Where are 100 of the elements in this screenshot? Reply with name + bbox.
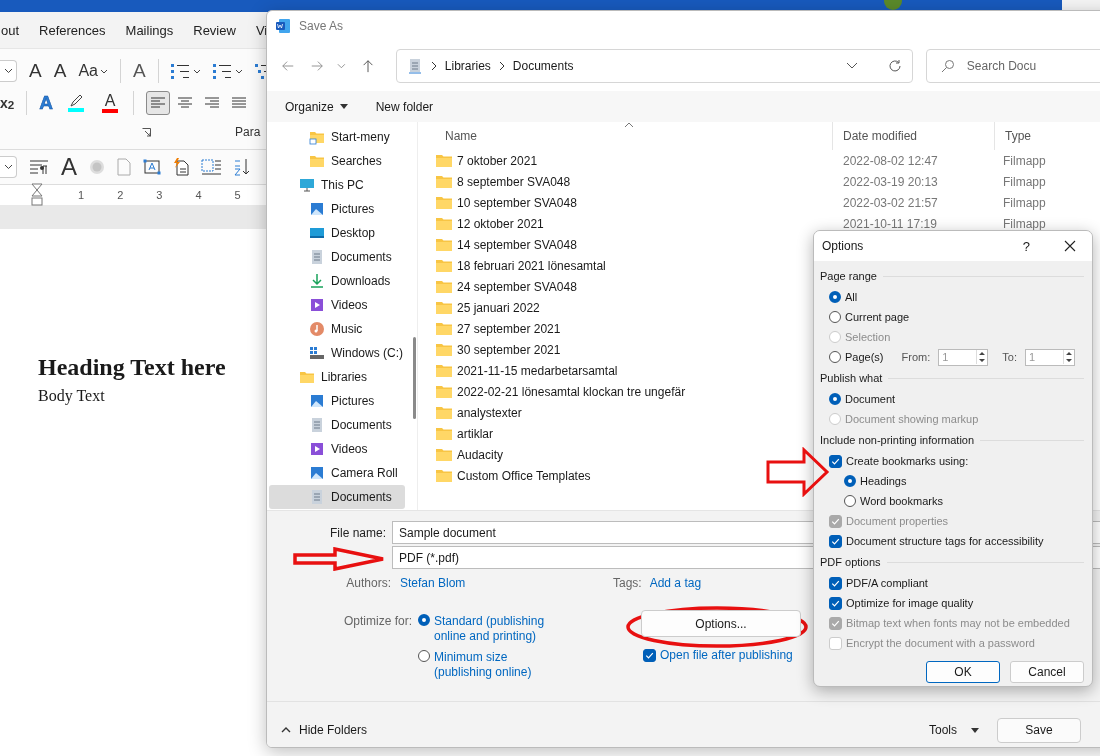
indent-marker-icon[interactable]	[31, 183, 43, 207]
text-box-icon[interactable]	[143, 159, 161, 175]
ribbon-tab[interactable]: Vi	[255, 22, 268, 38]
dropdown-icon[interactable]	[845, 62, 858, 70]
nav-item[interactable]: Desktop	[269, 221, 405, 245]
option-label[interactable]: Minimum size (publishing online)	[434, 650, 552, 680]
column-header[interactable]: Name	[435, 122, 833, 150]
highlight-button[interactable]	[65, 94, 87, 112]
radio-button[interactable]	[418, 650, 430, 662]
nav-item[interactable]: Start-meny	[269, 125, 405, 149]
radio-button[interactable]	[829, 351, 841, 363]
videos-icon	[309, 441, 325, 457]
hide-folders-button[interactable]: Hide Folders	[281, 723, 368, 737]
radio-button[interactable]	[844, 495, 856, 507]
help-button[interactable]: ?	[1022, 238, 1030, 254]
radio-button[interactable]	[418, 614, 430, 626]
nav-item[interactable]: Videos	[269, 437, 405, 461]
checkbox-label[interactable]: Open file after publishing	[660, 648, 793, 662]
font-color-button[interactable]: A	[99, 93, 121, 113]
nav-item[interactable]: Searches	[269, 149, 405, 173]
paragraph-icon[interactable]	[29, 159, 49, 175]
folder-item[interactable]: analystexter	[436, 405, 522, 420]
sort-icon[interactable]	[233, 158, 251, 176]
folder-item[interactable]: 27 september 2021	[436, 321, 561, 336]
ribbon-tab[interactable]: Review	[193, 22, 236, 38]
column-header[interactable]: Type	[995, 122, 1100, 150]
ribbon-tab[interactable]: References	[39, 22, 106, 38]
organize-menu[interactable]: Organize	[285, 99, 348, 114]
styles-button[interactable]: A	[61, 153, 77, 181]
folder-item[interactable]: 2021-11-15 medarbetarsamtal	[436, 363, 618, 378]
page-lightning-icon[interactable]	[173, 158, 189, 176]
search-field[interactable]: Search Docu	[925, 49, 1100, 83]
nav-item[interactable]: Documents	[269, 245, 405, 269]
nav-item[interactable]: Pictures	[269, 389, 405, 413]
nav-item[interactable]: This PC	[269, 173, 405, 197]
spinner-arrows-icon[interactable]	[976, 350, 988, 364]
radio-button[interactable]	[829, 291, 841, 303]
checkbox[interactable]	[643, 648, 656, 662]
nav-item[interactable]: Camera Roll	[269, 461, 405, 485]
nav-item[interactable]: Documents	[269, 413, 405, 437]
folder-item[interactable]: 8 september SVA048	[436, 174, 571, 189]
ribbon-tab[interactable]: out	[1, 22, 20, 38]
up-icon[interactable]	[360, 58, 375, 74]
borders-icon[interactable]	[201, 159, 221, 175]
dropdown-field[interactable]	[0, 156, 17, 178]
shrink-font-button[interactable]: A	[53, 60, 67, 82]
dropdown-field[interactable]	[0, 60, 17, 82]
folder-item[interactable]: 2022-02-21 lönesamtal klockan tre ungefär	[436, 384, 686, 399]
folder-item[interactable]: artiklar	[436, 426, 493, 441]
dialog-launcher-icon[interactable]	[142, 127, 151, 137]
save-button[interactable]: Save	[997, 717, 1081, 743]
ok-button[interactable]: OK	[926, 661, 1000, 683]
checkbox[interactable]	[829, 534, 842, 548]
nav-item[interactable]: Pictures	[269, 197, 405, 221]
breadcrumb-item[interactable]: Libraries	[444, 59, 491, 73]
radio-button[interactable]	[844, 475, 856, 487]
nav-item[interactable]: Videos	[269, 293, 405, 317]
new-folder-button[interactable]: New folder	[375, 99, 434, 114]
options-button[interactable]: Options...	[641, 610, 801, 637]
caret-icon	[3, 164, 13, 170]
nav-item[interactable]: Downloads	[269, 269, 405, 293]
option-label[interactable]: Standard (publishing online and printing)	[434, 614, 552, 644]
nav-item[interactable]: Music	[269, 317, 405, 341]
ribbon-tab[interactable]: Mailings	[125, 22, 174, 38]
radio-button[interactable]	[829, 311, 841, 323]
numbered-list-icon[interactable]	[212, 63, 243, 79]
radio-button[interactable]	[829, 393, 841, 405]
spinner-arrows-icon[interactable]	[1062, 350, 1074, 364]
grow-font-button[interactable]: A	[29, 60, 42, 82]
align-left-button[interactable]	[146, 91, 170, 115]
address-bar[interactable]: Libraries Documents	[395, 49, 913, 83]
folder-item[interactable]: 10 september SVA048	[436, 195, 577, 210]
folder-item[interactable]: Custom Office Templates	[436, 468, 591, 483]
folder-item[interactable]: 18 februari 2021 lönesamtal	[436, 258, 606, 273]
close-icon[interactable]	[1064, 240, 1076, 252]
cancel-button[interactable]: Cancel	[1010, 661, 1084, 683]
nav-item[interactable]: Libraries	[269, 365, 405, 389]
folder-item[interactable]: Audacity	[436, 447, 504, 462]
breadcrumb-item[interactable]: Documents	[512, 59, 574, 73]
change-case-button[interactable]: Aa	[78, 60, 108, 82]
folder-item[interactable]: 25 januari 2022	[436, 300, 540, 315]
add-tag-link[interactable]: Add a tag	[649, 576, 702, 590]
nav-item[interactable]: Windows (C:)	[269, 341, 405, 365]
alignment-icon	[178, 97, 192, 109]
folder-item[interactable]: 12 oktober 2021	[436, 216, 544, 231]
folder-item[interactable]: 24 september SVA048	[436, 279, 577, 294]
folder-item[interactable]: 30 september 2021	[436, 342, 561, 357]
folder-item[interactable]: 7 oktober 2021	[436, 153, 538, 168]
clear-formatting-button[interactable]: A	[132, 60, 146, 82]
bullet-list-icon[interactable]	[170, 63, 201, 79]
nav-item[interactable]: Documents	[269, 485, 405, 509]
folder-item[interactable]: 14 september SVA048	[436, 237, 577, 252]
tools-menu[interactable]: Tools	[929, 723, 979, 737]
checkbox[interactable]	[829, 576, 842, 590]
checkbox[interactable]	[829, 596, 842, 610]
text-effects-button[interactable]: A	[39, 92, 53, 114]
authors-link[interactable]: Stefan Blom	[400, 576, 466, 590]
column-header[interactable]: Date modified	[833, 122, 995, 150]
checkbox[interactable]	[829, 454, 842, 468]
refresh-icon[interactable]	[887, 59, 902, 73]
